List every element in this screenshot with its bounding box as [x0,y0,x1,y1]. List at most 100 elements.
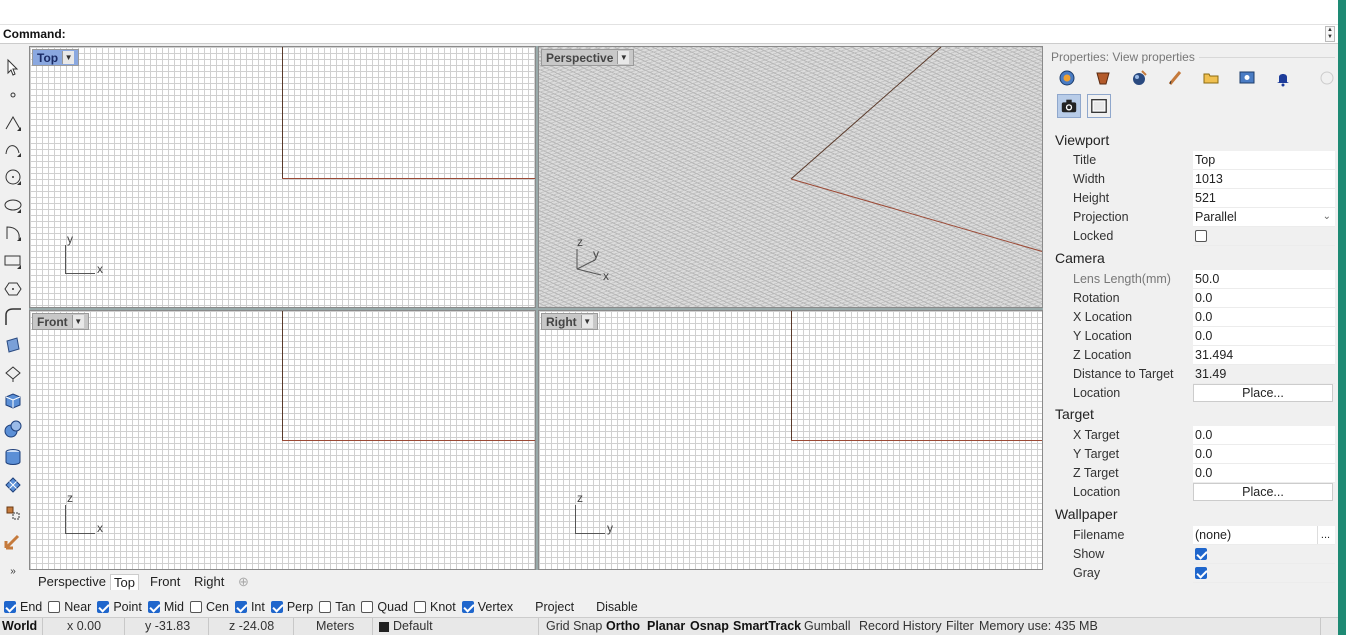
chevron-down-icon[interactable]: ⌄ [1323,211,1331,222]
more-tools-icon[interactable]: » [2,560,24,582]
tab-front[interactable]: Front [150,574,180,589]
cplane-label[interactable]: World [2,619,37,633]
command-history-scroll[interactable]: ▲ ▼ [1325,26,1335,42]
osnap-knot[interactable]: Knot [414,600,456,614]
checkbox-icon[interactable] [414,600,426,613]
record-history-toggle[interactable]: Record History [859,619,942,633]
chevron-down-icon[interactable]: ▼ [617,51,630,64]
point-icon[interactable] [2,84,24,106]
osnap-near[interactable]: Near [48,600,91,614]
display-icon[interactable] [1237,68,1257,88]
checkbox-icon[interactable] [580,601,592,613]
polygon-icon[interactable] [2,278,24,300]
tab-right[interactable]: Right [194,574,224,589]
checkbox-icon[interactable] [361,600,374,613]
notification-bell-icon[interactable] [1273,68,1293,88]
checkbox-icon[interactable] [319,600,332,613]
viewport-tab-perspective[interactable]: Perspective ▼ [541,49,635,66]
filter-toggle[interactable]: Filter [946,619,974,633]
checkbox-icon[interactable] [270,600,283,613]
viewport-right[interactable]: z y Right ▼ [538,310,1043,570]
dimension-icon[interactable] [2,530,24,552]
viewport-tab-front[interactable]: Front ▼ [32,313,89,330]
planar-toggle[interactable]: Planar [647,619,685,633]
checkbox-icon[interactable] [461,600,474,613]
osnap-cen[interactable]: Cen [190,600,229,614]
gray-checkbox[interactable] [1195,567,1207,579]
polyline-icon[interactable] [2,112,24,134]
x-target-field[interactable]: 0.0 [1193,426,1335,445]
osnap-int[interactable]: Int [234,600,265,614]
target-place-button[interactable]: Place... [1193,483,1333,501]
surface-icon[interactable] [2,334,24,356]
tab-perspective[interactable]: Perspective [38,574,106,589]
width-field[interactable]: 1013 [1193,170,1335,189]
checkbox-icon[interactable] [234,600,247,613]
extrude-surface-icon[interactable] [2,362,24,384]
render-icon[interactable] [1129,68,1149,88]
chevron-down-icon[interactable]: ▼ [62,51,75,64]
osnap-tan[interactable]: Tan [319,600,355,614]
viewport-frame-icon[interactable] [1087,94,1111,118]
osnap-project[interactable]: Project [519,600,574,614]
show-checkbox[interactable] [1195,548,1207,560]
cylinder-icon[interactable] [2,446,24,468]
curve-icon[interactable] [2,138,24,160]
camera-icon[interactable] [1057,94,1081,118]
osnap-quad[interactable]: Quad [361,600,408,614]
y-target-field[interactable]: 0.0 [1193,445,1335,464]
checkbox-icon[interactable] [48,600,61,613]
material-icon[interactable] [1093,68,1113,88]
arc-icon[interactable] [2,222,24,244]
rotation-field[interactable]: 0.0 [1193,289,1335,308]
projection-select[interactable]: Parallel ⌄ [1193,208,1335,227]
smarttrack-toggle[interactable]: SmartTrack [733,619,801,633]
viewport-tab-top[interactable]: Top ▼ [32,49,80,66]
mesh-icon[interactable] [2,474,24,496]
z-target-field[interactable]: 0.0 [1193,464,1335,483]
boolean-union-icon[interactable] [2,418,24,440]
osnap-end[interactable]: End [4,600,42,614]
transform-icon[interactable] [2,502,24,524]
checkbox-icon[interactable] [4,600,16,613]
browse-button[interactable]: ... [1317,526,1333,544]
units-label[interactable]: Meters [316,619,354,633]
height-field[interactable]: 521 [1193,189,1335,208]
checkbox-icon[interactable] [147,600,160,613]
chevron-down-icon[interactable]: ▼ [71,315,84,328]
osnap-vertex[interactable]: Vertex [461,600,513,614]
select-arrow-icon[interactable] [2,56,24,78]
checkbox-icon[interactable] [190,600,202,613]
osnap-perp[interactable]: Perp [270,600,313,614]
locked-checkbox[interactable] [1195,230,1207,242]
layer-label[interactable]: Default [393,619,433,633]
fillet-icon[interactable] [2,306,24,328]
osnap-toggle[interactable]: Osnap [690,619,729,633]
solid-box-icon[interactable] [2,390,24,412]
osnap-disable[interactable]: Disable [580,600,638,614]
lens-length-field[interactable]: 50.0 [1193,270,1335,289]
ellipse-icon[interactable] [2,194,24,216]
rectangle-icon[interactable] [2,250,24,272]
tab-top[interactable]: Top [110,574,139,590]
object-properties-icon[interactable] [1057,68,1077,88]
gumball-toggle[interactable]: Gumball [804,619,851,633]
y-location-field[interactable]: 0.0 [1193,327,1335,346]
chevron-down-icon[interactable]: ▼ [580,315,593,328]
camera-place-button[interactable]: Place... [1193,384,1333,402]
filename-field[interactable]: (none)... [1193,526,1335,545]
z-location-field[interactable]: 31.494 [1193,346,1335,365]
folder-icon[interactable] [1201,68,1221,88]
viewport-front[interactable]: z x Front ▼ [29,310,536,570]
x-location-field[interactable]: 0.0 [1193,308,1335,327]
ortho-toggle[interactable]: Ortho [606,619,640,633]
grid-snap-toggle[interactable]: Grid Snap [546,619,602,633]
checkbox-icon[interactable] [519,601,531,613]
viewport-perspective[interactable]: z y x Perspective ▼ [538,46,1043,308]
circle-icon[interactable] [2,166,24,188]
title-field[interactable]: Top [1193,151,1335,170]
add-tab-icon[interactable]: ⊕ [238,574,249,590]
viewport-top[interactable]: y x Top ▼ [29,46,536,308]
viewport-tab-right[interactable]: Right ▼ [541,313,598,330]
pen-icon[interactable] [1165,68,1185,88]
